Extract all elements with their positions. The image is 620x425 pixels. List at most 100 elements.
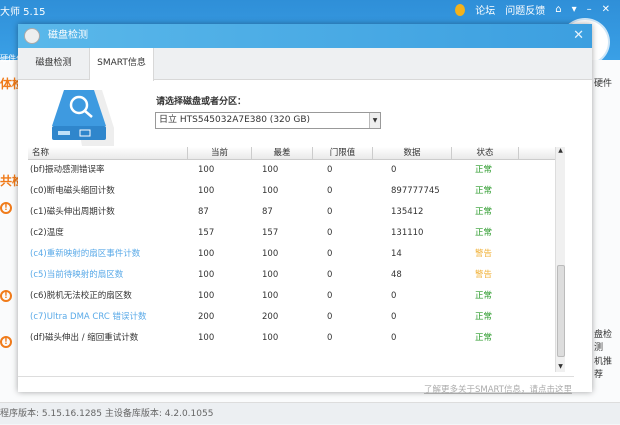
app-logo-icon [24, 28, 40, 44]
cell-cur: 100 [198, 270, 215, 280]
cell-thr: 0 [327, 207, 333, 217]
cell-thr: 0 [327, 270, 333, 280]
scrollbar-thumb[interactable] [557, 265, 565, 357]
cell-data: 131110 [391, 228, 424, 238]
table-row[interactable]: (c2)温度 157 157 0 131110 正常 [28, 223, 565, 244]
table-row[interactable]: (c0)断电磁头缩回计数 100 100 0 897777745 正常 [28, 181, 565, 202]
table-row[interactable]: (df)磁头伸出 / 缩回重试计数 100 100 0 0 正常 [28, 328, 565, 349]
cell-data: 48 [391, 270, 402, 280]
cell-worst: 200 [262, 312, 279, 322]
col-name[interactable]: 名称 [28, 147, 188, 159]
chevron-down-icon[interactable]: ▼ [369, 113, 380, 128]
smart-table: 名称 当前 最差 门限值 数据 状态 (bf)振动感测错误率 100 100 0 0 正常… [28, 147, 565, 349]
cell-status: 正常 [475, 312, 493, 322]
cell-cur: 157 [198, 228, 215, 238]
cell-name: (c7)Ultra DMA CRC 错误计数 [30, 312, 147, 322]
right-text: 硬件 [594, 79, 613, 89]
cell-status: 正常 [475, 333, 493, 343]
cell-thr: 0 [327, 186, 333, 196]
cell-thr: 0 [327, 291, 333, 301]
warning-icon: ! [0, 336, 12, 348]
close-app-icon[interactable]: ✕ [602, 4, 610, 15]
cell-status: 警告 [475, 270, 493, 280]
cell-cur: 100 [198, 165, 215, 175]
scroll-down-icon[interactable]: ▼ [556, 363, 565, 370]
cell-name: (c1)磁头伸出周期计数 [30, 207, 115, 217]
table-row[interactable]: (c5)当前待映射的扇区数 100 100 0 48 警告 [28, 265, 565, 286]
table-row[interactable]: (c6)脱机无法校正的扇区数 100 100 0 0 正常 [28, 286, 565, 307]
warning-icon: ! [0, 290, 12, 302]
dialog-title-bar: 磁盘检测 ✕ [18, 24, 592, 48]
feedback-link[interactable]: 问题反馈 [505, 2, 545, 17]
cell-data: 897777745 [391, 186, 440, 196]
dialog-title: 磁盘检测 [48, 30, 88, 41]
cell-thr: 0 [327, 333, 333, 343]
cell-thr: 0 [327, 165, 333, 175]
cell-status: 正常 [475, 165, 493, 175]
col-data[interactable]: 数据 [373, 147, 452, 159]
cell-status: 警告 [475, 249, 493, 259]
scrollbar[interactable]: ▲ ▼ [555, 147, 565, 372]
disk-check-dialog: 磁盘检测 ✕ 磁盘检测 SMART信息 请选择磁盘或者分区： 日立 HTS545… [18, 24, 592, 395]
cell-cur: 100 [198, 249, 215, 259]
medal-icon[interactable] [455, 3, 466, 16]
recommend-shortcut[interactable]: 机推荐 [594, 354, 620, 380]
disk-select[interactable]: 日立 HTS545032A7E380 (320 GB) ▼ [155, 112, 381, 129]
cell-data: 0 [391, 291, 397, 301]
cell-worst: 157 [262, 228, 279, 238]
cell-cur: 87 [198, 207, 209, 217]
smart-info-link[interactable]: 了解更多关于SMART信息，请点击这里 [424, 383, 572, 395]
skin-icon[interactable]: ⌂ [555, 4, 561, 15]
tab-smart-info[interactable]: SMART信息 [90, 48, 154, 81]
col-threshold[interactable]: 门限值 [313, 147, 373, 159]
disk-check-shortcut[interactable]: 盘检测 [594, 327, 620, 353]
divider [18, 376, 574, 377]
col-status[interactable]: 状态 [452, 147, 519, 159]
cell-worst: 100 [262, 333, 279, 343]
cell-name: (bf)振动感测错误率 [30, 165, 105, 175]
col-current[interactable]: 当前 [188, 147, 252, 159]
tab-disk-check[interactable]: 磁盘检测 [18, 48, 90, 79]
table-row[interactable]: (c7)Ultra DMA CRC 错误计数 200 200 0 0 正常 [28, 307, 565, 328]
cell-name: (c2)温度 [30, 228, 64, 238]
cell-status: 正常 [475, 186, 493, 196]
cell-worst: 100 [262, 249, 279, 259]
tab-bar: 磁盘检测 SMART信息 [18, 48, 592, 81]
menu-icon[interactable]: ▾ [572, 4, 577, 15]
cell-worst: 100 [262, 291, 279, 301]
cell-cur: 200 [198, 312, 215, 322]
cell-status: 正常 [475, 228, 493, 238]
minimize-icon[interactable]: – [587, 4, 592, 15]
cell-status: 正常 [475, 207, 493, 217]
cell-worst: 87 [262, 207, 273, 217]
hard-disk-icon [52, 90, 114, 146]
warning-icon: ! [0, 202, 12, 214]
app-title: 大师 5.15 [0, 7, 46, 18]
cell-name: (c4)重新映射的扇区事件计数 [30, 249, 141, 259]
table-row[interactable]: (c4)重新映射的扇区事件计数 100 100 0 14 警告 [28, 244, 565, 265]
disk-select-value: 日立 HTS545032A7E380 (320 GB) [159, 115, 311, 125]
col-worst[interactable]: 最差 [252, 147, 313, 159]
cell-data: 14 [391, 249, 402, 259]
cell-cur: 100 [198, 333, 215, 343]
select-label: 请选择磁盘或者分区： [156, 97, 247, 107]
cell-thr: 0 [327, 249, 333, 259]
cell-name: (c6)脱机无法校正的扇区数 [30, 291, 132, 301]
cell-status: 正常 [475, 291, 493, 301]
scroll-up-icon[interactable]: ▲ [556, 147, 565, 154]
cell-thr: 0 [327, 312, 333, 322]
forum-link[interactable]: 论坛 [475, 2, 495, 17]
cell-name: (c5)当前待映射的扇区数 [30, 270, 124, 280]
table-row[interactable]: (c1)磁头伸出周期计数 87 87 0 135412 正常 [28, 202, 565, 223]
cell-worst: 100 [262, 165, 279, 175]
cell-thr: 0 [327, 228, 333, 238]
cell-name: (df)磁头伸出 / 缩回重试计数 [30, 333, 139, 343]
cell-name: (c0)断电磁头缩回计数 [30, 186, 115, 196]
table-row[interactable]: (bf)振动感测错误率 100 100 0 0 正常 [28, 160, 565, 181]
close-icon[interactable]: ✕ [573, 24, 584, 48]
cell-data: 0 [391, 333, 397, 343]
cell-worst: 100 [262, 186, 279, 196]
table-header: 名称 当前 最差 门限值 数据 状态 [28, 147, 565, 160]
cell-cur: 100 [198, 291, 215, 301]
cell-worst: 100 [262, 270, 279, 280]
